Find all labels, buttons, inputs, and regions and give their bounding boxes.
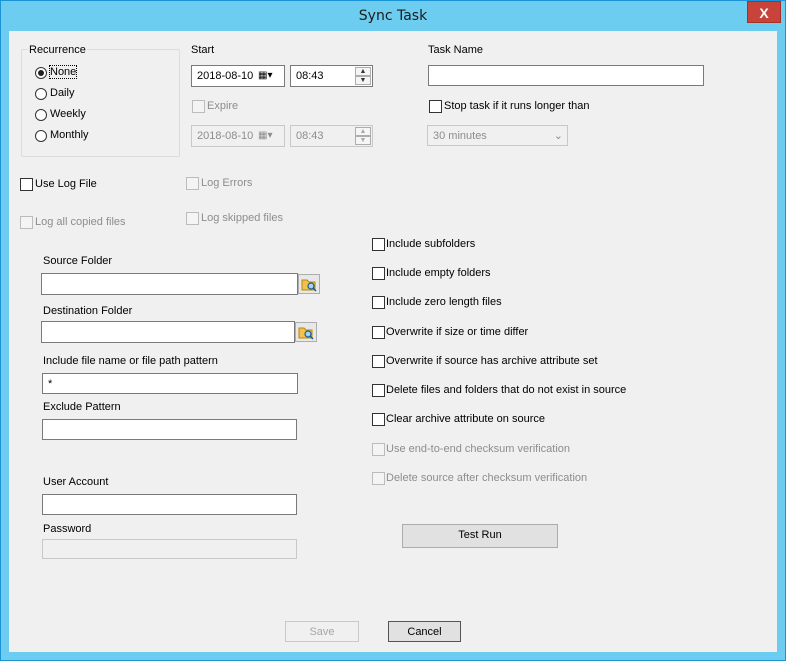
clear-archive-label: Clear archive attribute on source: [386, 413, 545, 425]
calendar-icon[interactable]: ▦▾: [258, 126, 272, 146]
overwrite-size-time-label: Overwrite if size or time differ: [386, 326, 529, 338]
cancel-button[interactable]: Cancel: [388, 621, 461, 642]
expire-time-field[interactable]: 08:43 ▲ ▼: [290, 125, 373, 147]
recurrence-group: [21, 49, 180, 157]
radio-monthly-label[interactable]: Monthly: [50, 129, 89, 141]
log-all-copied-label: Log all copied files: [35, 216, 126, 228]
expire-date-value: 2018-08-10: [197, 130, 254, 142]
close-icon: X: [759, 5, 769, 21]
delete-missing-checkbox[interactable]: [372, 384, 385, 397]
stop-task-checkbox[interactable]: [429, 100, 442, 113]
start-time-value: 08:43: [296, 70, 324, 82]
log-skipped-checkbox[interactable]: [186, 212, 199, 225]
delete-missing-label: Delete files and folders that do not exi…: [386, 384, 627, 396]
include-empty-folders-checkbox[interactable]: [372, 267, 385, 280]
start-label: Start: [191, 44, 215, 56]
include-subfolders-checkbox[interactable]: [372, 238, 385, 251]
start-time-field[interactable]: 08:43 ▲ ▼: [290, 65, 373, 87]
stop-duration-value: 30 minutes: [433, 130, 487, 142]
include-zero-length-checkbox[interactable]: [372, 296, 385, 309]
spin-up-icon[interactable]: ▲: [355, 67, 371, 76]
title-bar: Sync Task X: [1, 1, 785, 31]
destination-browse-button[interactable]: [295, 322, 317, 342]
expire-label: Expire: [207, 100, 239, 112]
delete-after-checksum-checkbox[interactable]: [372, 472, 385, 485]
log-errors-checkbox[interactable]: [186, 177, 199, 190]
folder-search-icon: [301, 279, 317, 292]
checksum-verify-checkbox[interactable]: [372, 443, 385, 456]
use-log-file-checkbox[interactable]: [20, 178, 33, 191]
include-zero-length-label: Include zero length files: [386, 296, 502, 308]
radio-none-label[interactable]: None: [48, 65, 78, 79]
recurrence-label: Recurrence: [28, 44, 87, 56]
sync-task-window: Sync Task X Recurrence None Daily Weekly…: [0, 0, 786, 661]
spin-down-icon[interactable]: ▼: [355, 76, 371, 85]
stop-duration-select[interactable]: 30 minutes ⌄: [427, 125, 568, 146]
stop-task-label: Stop task if it runs longer than: [444, 100, 590, 112]
log-skipped-label: Log skipped files: [201, 212, 283, 224]
radio-weekly[interactable]: [35, 109, 47, 121]
save-button[interactable]: Save: [285, 621, 359, 642]
radio-weekly-label[interactable]: Weekly: [50, 108, 86, 120]
user-account-label: User Account: [43, 476, 109, 488]
include-pattern-input[interactable]: *: [42, 373, 298, 394]
folder-search-icon: [298, 327, 314, 340]
clear-archive-checkbox[interactable]: [372, 413, 385, 426]
user-account-input[interactable]: [42, 494, 297, 515]
include-pattern-label: Include file name or file path pattern: [43, 355, 218, 367]
calendar-icon[interactable]: ▦▾: [258, 66, 272, 86]
chevron-down-icon: ⌄: [553, 130, 563, 142]
delete-after-checksum-label: Delete source after checksum verificatio…: [386, 472, 588, 484]
destination-folder-label: Destination Folder: [43, 305, 133, 317]
overwrite-archive-label: Overwrite if source has archive attribut…: [386, 355, 598, 367]
password-label: Password: [43, 523, 92, 535]
expire-time-value: 08:43: [296, 130, 324, 142]
password-input[interactable]: [42, 539, 297, 559]
source-browse-button[interactable]: [298, 274, 320, 294]
use-log-file-label: Use Log File: [35, 178, 97, 190]
dialog-body: Recurrence None Daily Weekly Monthly Sta…: [9, 31, 777, 652]
expire-checkbox[interactable]: [192, 100, 205, 113]
close-button[interactable]: X: [747, 1, 781, 23]
spin-up-icon[interactable]: ▲: [355, 127, 371, 136]
checksum-verify-label: Use end-to-end checksum verification: [386, 443, 571, 455]
task-name-input[interactable]: [428, 65, 704, 86]
expire-date-picker[interactable]: 2018-08-10 ▦▾: [191, 125, 285, 147]
log-errors-label: Log Errors: [201, 177, 253, 189]
radio-none[interactable]: [35, 67, 47, 79]
task-name-label: Task Name: [428, 44, 484, 56]
radio-monthly[interactable]: [35, 130, 47, 142]
include-empty-folders-label: Include empty folders: [386, 267, 491, 279]
radio-daily[interactable]: [35, 88, 47, 100]
overwrite-size-time-checkbox[interactable]: [372, 326, 385, 339]
window-title: Sync Task: [358, 8, 428, 24]
source-folder-input[interactable]: [41, 273, 298, 295]
include-subfolders-label: Include subfolders: [386, 238, 476, 250]
source-folder-label: Source Folder: [43, 255, 113, 267]
test-run-button[interactable]: Test Run: [402, 524, 558, 548]
spin-down-icon[interactable]: ▼: [355, 136, 371, 145]
exclude-pattern-label: Exclude Pattern: [43, 401, 121, 413]
radio-daily-label[interactable]: Daily: [50, 87, 74, 99]
exclude-pattern-input[interactable]: [42, 419, 297, 440]
start-date-value: 2018-08-10: [197, 70, 254, 82]
destination-folder-input[interactable]: [41, 321, 295, 343]
log-all-copied-checkbox[interactable]: [20, 216, 33, 229]
overwrite-archive-checkbox[interactable]: [372, 355, 385, 368]
start-date-picker[interactable]: 2018-08-10 ▦▾: [191, 65, 285, 87]
